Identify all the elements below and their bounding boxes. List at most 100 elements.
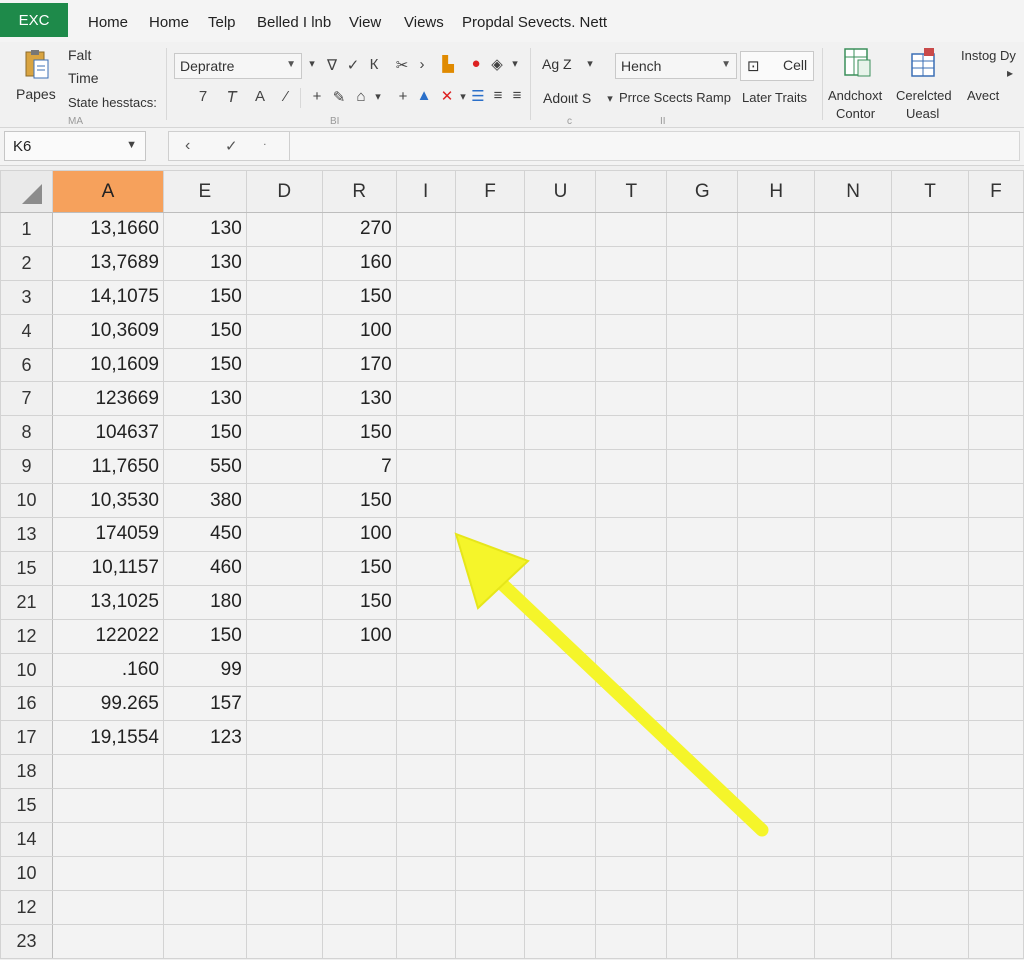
grid-cell[interactable] xyxy=(454,618,526,654)
row-header[interactable]: 21 xyxy=(0,584,53,620)
row-header[interactable]: 13 xyxy=(0,517,53,552)
grid-cell[interactable] xyxy=(666,381,739,417)
row-header[interactable]: 10 xyxy=(0,855,53,891)
grid-cell[interactable] xyxy=(454,245,526,281)
grid-cell[interactable] xyxy=(395,720,456,756)
grid-cell[interactable] xyxy=(737,584,816,620)
cell-r[interactable] xyxy=(321,923,397,959)
cell-e[interactable]: 130 xyxy=(162,381,247,417)
row-header[interactable]: 15 xyxy=(0,788,53,824)
grid-cell[interactable] xyxy=(595,889,668,925)
grid-cell[interactable] xyxy=(891,618,969,654)
cell-e[interactable]: 150 xyxy=(162,347,247,383)
grid-cell[interactable] xyxy=(967,923,1024,959)
grid-cell[interactable] xyxy=(454,855,526,891)
menu-home-2[interactable]: Home xyxy=(149,14,189,31)
grid-cell[interactable] xyxy=(666,483,739,519)
grid-cell[interactable] xyxy=(245,686,323,722)
grid-cell[interactable] xyxy=(524,686,597,722)
grid-cell[interactable] xyxy=(891,483,969,519)
cell-e[interactable] xyxy=(162,822,247,857)
cell-r[interactable]: 7 xyxy=(321,449,397,485)
grid-cell[interactable] xyxy=(454,889,526,925)
row-header[interactable]: 1 xyxy=(0,212,53,247)
grid-cell[interactable] xyxy=(814,754,893,790)
column-header-i[interactable]: I xyxy=(395,170,456,213)
cell-e[interactable]: 460 xyxy=(162,550,247,586)
grid-cell[interactable] xyxy=(666,517,739,552)
cell-a[interactable]: 19,1554 xyxy=(51,720,164,756)
grid-cell[interactable] xyxy=(595,415,668,451)
grid-cell[interactable] xyxy=(245,550,323,586)
menu-telp[interactable]: Telp xyxy=(208,14,236,31)
grid-cell[interactable] xyxy=(666,550,739,586)
grid-cell[interactable] xyxy=(245,720,323,756)
grid-cell[interactable] xyxy=(395,483,456,519)
grid-cell[interactable] xyxy=(245,618,323,654)
grid-cell[interactable] xyxy=(967,855,1024,891)
grid-cell[interactable] xyxy=(395,855,456,891)
column-header-u[interactable]: U xyxy=(524,170,597,213)
grid-cell[interactable] xyxy=(454,381,526,417)
grid-cell[interactable] xyxy=(967,279,1024,315)
grid-cell[interactable] xyxy=(454,347,526,383)
grid-cell[interactable] xyxy=(395,889,456,925)
grid-cell[interactable] xyxy=(245,517,323,552)
row-header[interactable]: 9 xyxy=(0,449,53,485)
grid-cell[interactable] xyxy=(395,212,456,247)
cell-r[interactable]: 150 xyxy=(321,584,397,620)
cell-e[interactable]: 150 xyxy=(162,279,247,315)
grid-cell[interactable] xyxy=(595,720,668,756)
cell-r[interactable]: 100 xyxy=(321,313,397,349)
cell-e[interactable]: 99 xyxy=(162,652,247,688)
cell-r[interactable]: 150 xyxy=(321,279,397,315)
cell-r[interactable]: 130 xyxy=(321,381,397,417)
ueasl-label[interactable]: Ueasl xyxy=(906,106,939,121)
check-icon[interactable]: ✓ xyxy=(343,56,363,74)
formula-input[interactable] xyxy=(290,131,1020,161)
grid-cell[interactable] xyxy=(666,686,739,722)
align-center-icon[interactable]: ≡ xyxy=(488,87,508,104)
cell-r[interactable] xyxy=(321,822,397,857)
name-box[interactable]: K6 ▼ xyxy=(4,131,146,161)
cell-r[interactable] xyxy=(321,754,397,790)
grid-cell[interactable] xyxy=(967,483,1024,519)
grid-cell[interactable] xyxy=(666,855,739,891)
grid-cell[interactable] xyxy=(245,754,323,790)
menu-home[interactable]: Home xyxy=(88,14,128,31)
cell-e[interactable]: 150 xyxy=(162,313,247,349)
grid-cell[interactable] xyxy=(967,550,1024,586)
function-icon[interactable]: ᐧ xyxy=(263,138,266,152)
grid-cell[interactable] xyxy=(967,517,1024,552)
grid-cell[interactable] xyxy=(666,923,739,959)
dropdown-arrow-icon-6[interactable]: ▾ xyxy=(600,92,620,105)
grid-cell[interactable] xyxy=(524,822,597,857)
italic-icon[interactable]: 𝘛 xyxy=(222,88,242,106)
align-right-icon[interactable]: ≡ xyxy=(507,87,527,104)
grid-cell[interactable] xyxy=(395,313,456,349)
cell-e[interactable] xyxy=(162,923,247,959)
grid-cell[interactable] xyxy=(891,381,969,417)
grid-cell[interactable] xyxy=(891,212,969,247)
grid-cell[interactable] xyxy=(891,822,969,857)
column-header-a[interactable]: A xyxy=(51,170,164,213)
grid-cell[interactable] xyxy=(524,652,597,688)
confirm-icon[interactable]: ✓ xyxy=(225,137,238,155)
grid-cell[interactable] xyxy=(245,822,323,857)
grid-cell[interactable] xyxy=(891,720,969,756)
app-logo[interactable]: EXC xyxy=(0,3,68,37)
grid-cell[interactable] xyxy=(967,686,1024,722)
cell-e[interactable]: 150 xyxy=(162,618,247,654)
paste-label[interactable]: Papes xyxy=(16,86,56,102)
cell-a[interactable] xyxy=(51,855,164,891)
cell-r[interactable]: 150 xyxy=(321,550,397,586)
cell-a[interactable]: 123669 xyxy=(51,381,164,417)
grid-cell[interactable] xyxy=(524,381,597,417)
grid-cell[interactable] xyxy=(595,855,668,891)
grid-cell[interactable] xyxy=(737,415,816,451)
text-a-icon[interactable]: A xyxy=(250,88,270,105)
row-header[interactable]: 10 xyxy=(0,652,53,688)
grid-cell[interactable] xyxy=(454,720,526,756)
grid-cell[interactable] xyxy=(814,313,893,349)
cell-r[interactable]: 150 xyxy=(321,483,397,519)
